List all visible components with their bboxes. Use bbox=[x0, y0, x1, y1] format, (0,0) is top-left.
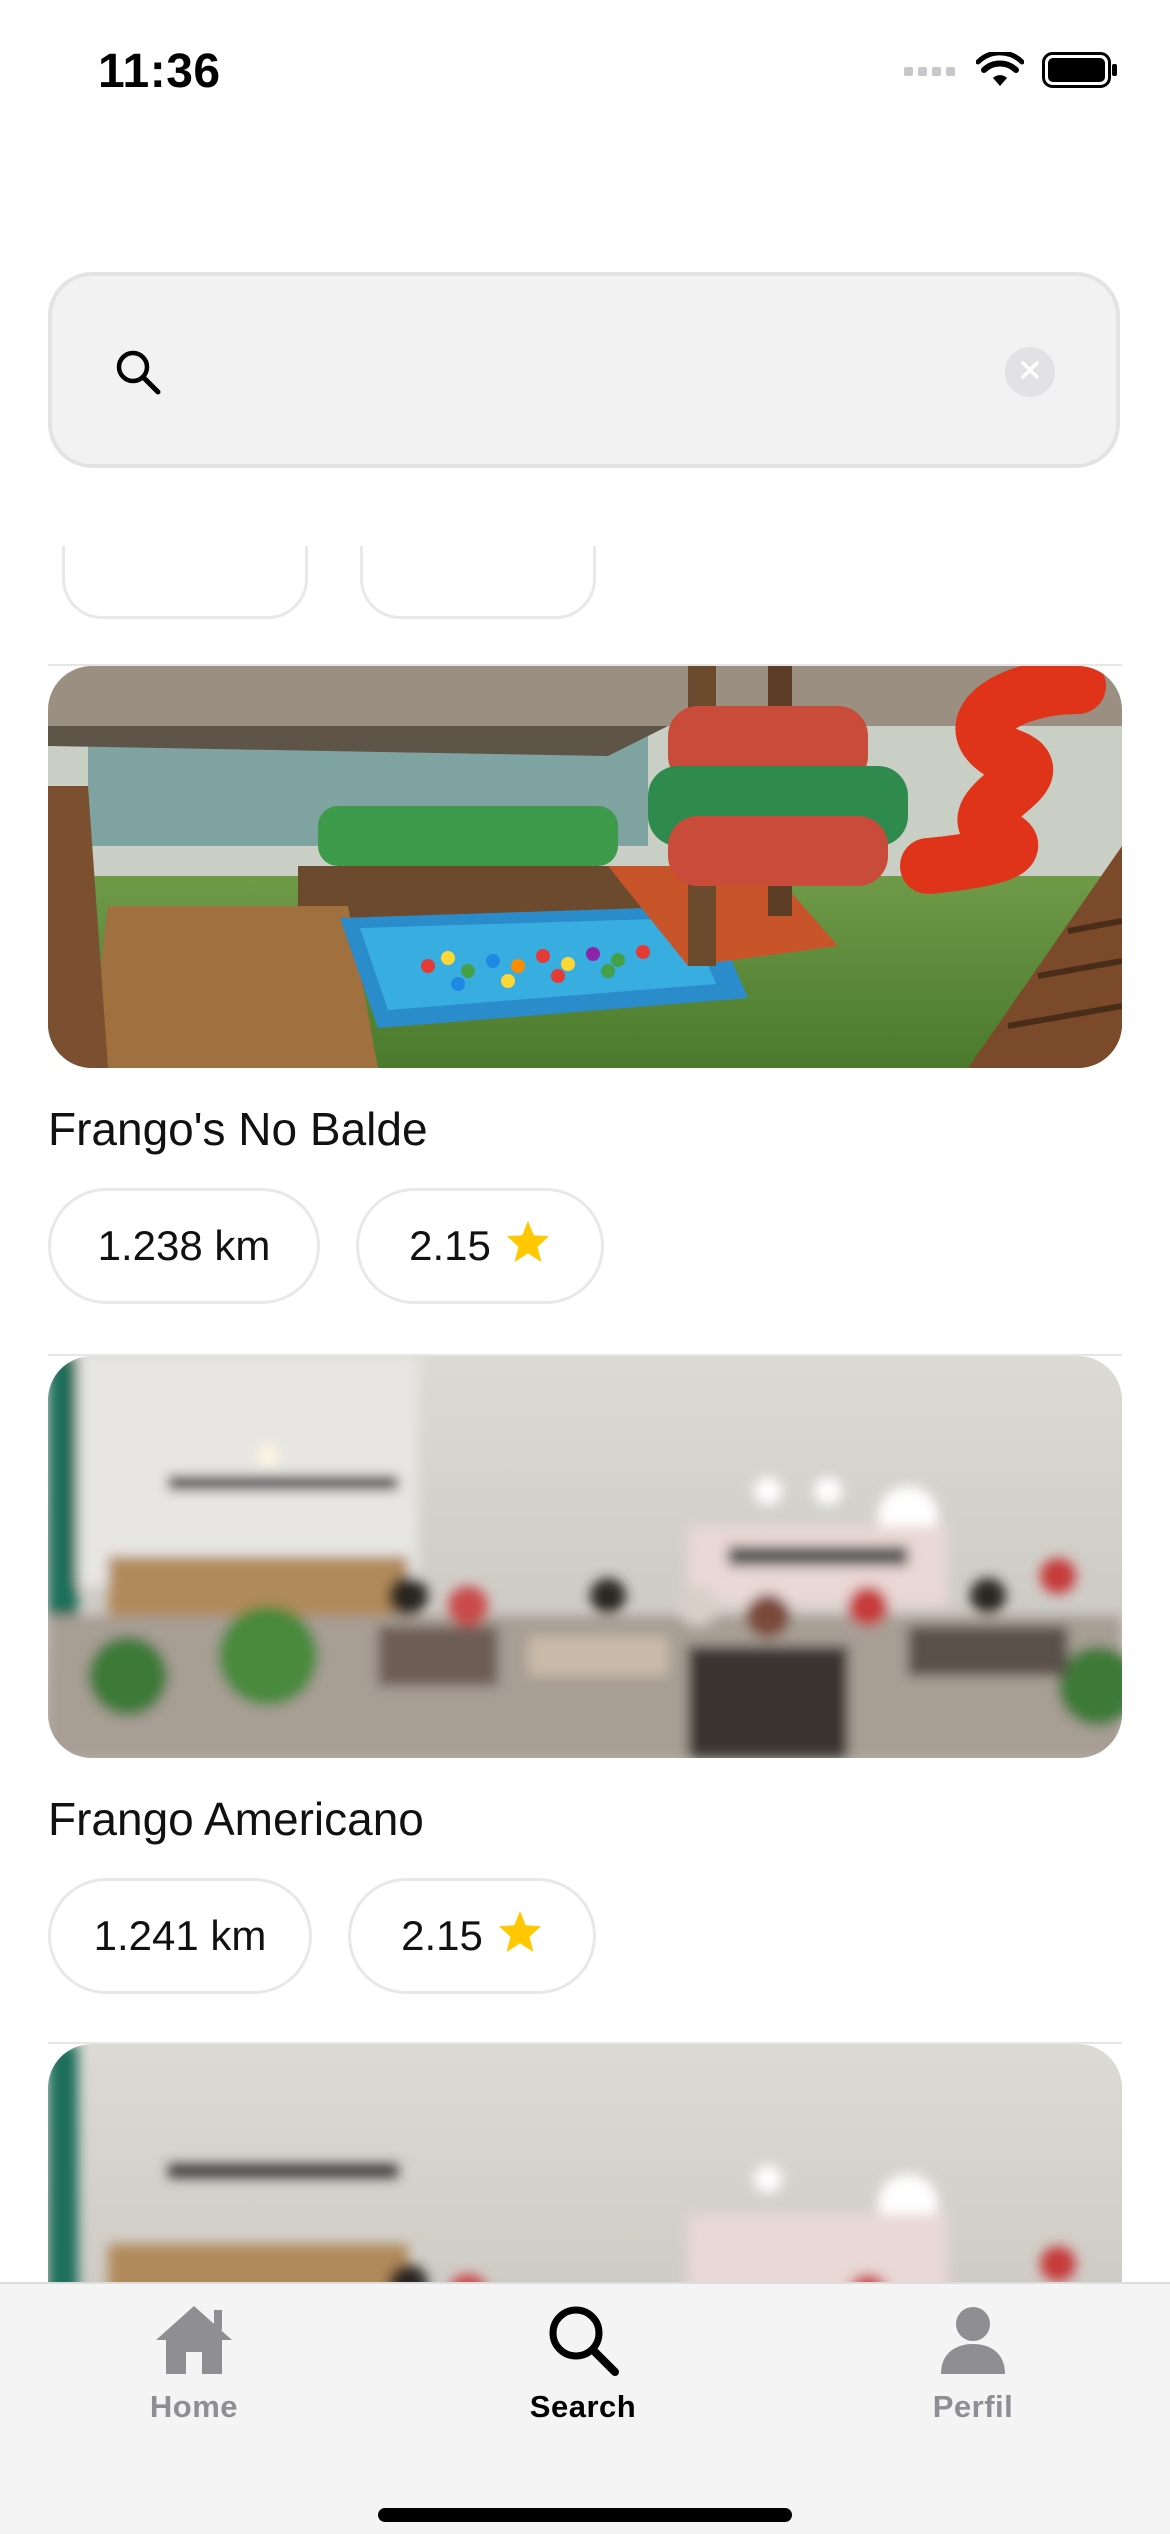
home-icon bbox=[152, 2306, 236, 2382]
status-icons bbox=[904, 50, 1118, 93]
search-bar[interactable] bbox=[48, 272, 1120, 468]
person-icon bbox=[935, 2307, 1011, 2382]
rating-text: 2.15 bbox=[401, 1912, 483, 1959]
wifi-icon bbox=[975, 50, 1025, 93]
tab-home-label: Home bbox=[149, 2389, 239, 2424]
star-icon bbox=[497, 1909, 543, 1963]
previous-item-pill bbox=[360, 546, 596, 619]
distance-badge: 1.241 km bbox=[48, 1878, 312, 1994]
status-time: 11:36 bbox=[98, 45, 221, 98]
status-bar: 11:36 bbox=[0, 0, 1170, 150]
home-indicator bbox=[378, 2508, 792, 2522]
distance-badge: 1.238 km bbox=[48, 1188, 320, 1304]
distance-text: 1.238 km bbox=[97, 1222, 271, 1269]
rating-badge: 2.15 bbox=[348, 1878, 596, 1994]
tab-perfil-label: Perfil bbox=[932, 2389, 1014, 2424]
rating-badge: 2.15 bbox=[356, 1188, 604, 1304]
distance-text: 1.241 km bbox=[93, 1912, 267, 1959]
tab-home[interactable]: Home bbox=[74, 2302, 314, 2425]
place-image[interactable] bbox=[48, 1356, 1122, 1758]
cellular-signal-icon bbox=[904, 62, 958, 83]
close-icon bbox=[1019, 359, 1041, 386]
star-icon bbox=[505, 1219, 551, 1273]
search-icon bbox=[114, 348, 162, 401]
place-name[interactable]: Frango's No Balde bbox=[48, 1102, 428, 1156]
tab-bar: Home Search Perfil bbox=[0, 2282, 1170, 2534]
previous-item-pill bbox=[62, 546, 308, 619]
tab-search[interactable]: Search bbox=[463, 2302, 703, 2425]
results-list[interactable]: Frango's No Balde 1.238 km 2.15 Frango A… bbox=[0, 546, 1170, 2282]
place-image[interactable] bbox=[48, 2044, 1122, 2282]
place-name[interactable]: Frango Americano bbox=[48, 1792, 424, 1846]
place-image[interactable] bbox=[48, 666, 1122, 1068]
rating-text: 2.15 bbox=[409, 1222, 491, 1269]
search-icon bbox=[545, 2306, 621, 2382]
battery-icon bbox=[1042, 52, 1118, 93]
tab-search-label: Search bbox=[529, 2389, 637, 2424]
tab-perfil[interactable]: Perfil bbox=[853, 2302, 1093, 2425]
search-input[interactable] bbox=[192, 326, 1016, 418]
clear-search-button[interactable] bbox=[1005, 347, 1055, 397]
